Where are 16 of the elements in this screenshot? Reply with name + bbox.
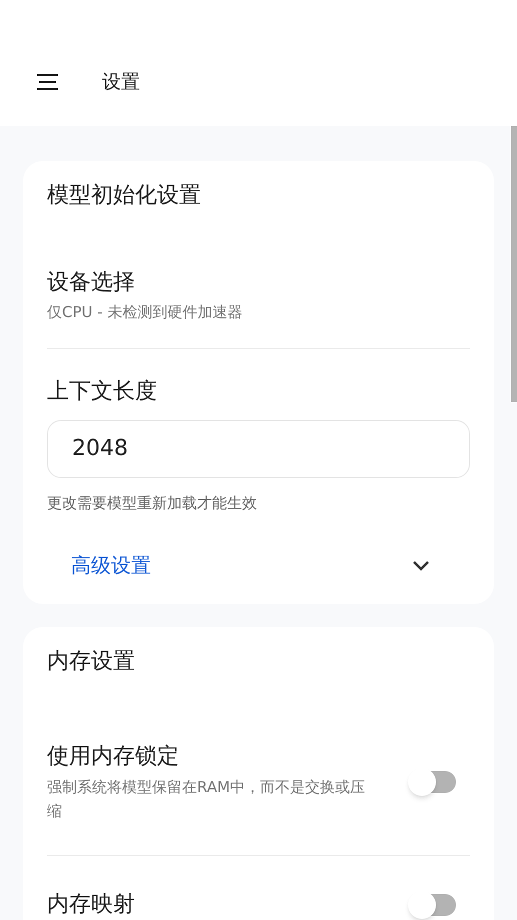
setting-title: 上下文长度 <box>47 378 158 406</box>
menu-icon[interactable] <box>37 74 58 90</box>
setting-description: 仅CPU - 未检测到硬件加速器 <box>47 302 244 323</box>
advanced-settings-expander[interactable]: 高级设置 <box>47 540 470 590</box>
input-field[interactable]: 2048 <box>47 420 470 478</box>
helper-text: 更改需要模型重新加载才能生效 <box>47 492 258 514</box>
chevron-icon <box>412 559 430 571</box>
section-title: 模型初始化设置 <box>47 182 202 210</box>
page-title: 设置 <box>102 70 140 95</box>
setting-description: 强制系统将模型保留在RAM中，而不是交换或压缩 <box>47 777 366 822</box>
toggle-switch[interactable] <box>408 768 456 794</box>
setting-title: 内存映射 <box>47 891 135 919</box>
setting-title: 使用内存锁定 <box>47 743 180 771</box>
section-title: 内存设置 <box>47 648 136 676</box>
setting-title: 设备选择 <box>47 269 136 297</box>
toggle-switch[interactable] <box>408 892 456 918</box>
